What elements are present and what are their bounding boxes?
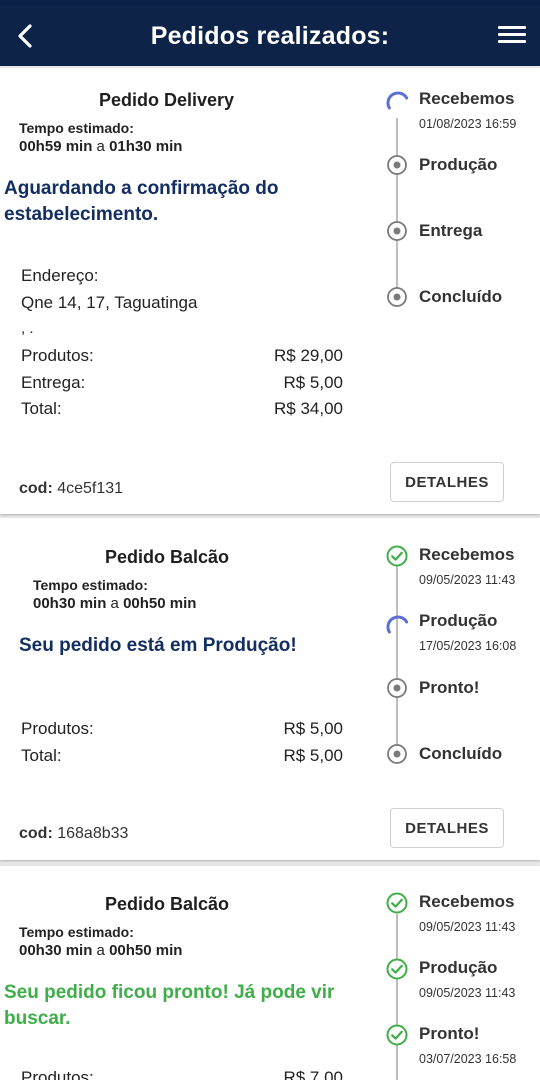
- check-circle-icon: [386, 958, 408, 980]
- total-value: R$ 5,00: [283, 746, 343, 765]
- timeline-step-delivery: Entrega: [419, 221, 483, 240]
- total-label: Total:: [21, 399, 62, 418]
- address-label: Endereço:: [21, 266, 99, 285]
- hamburger-icon: [498, 26, 526, 43]
- estimated-time-label: Tempo estimado:: [33, 577, 148, 593]
- pending-dot-icon: [387, 678, 407, 698]
- products-label: Produtos:: [21, 719, 94, 738]
- order-title: Pedido Balcão: [105, 547, 230, 567]
- order-card: Pedido Delivery Tempo estimado: 00h59 mi…: [0, 68, 540, 514]
- timeline-step-date: 01/08/2023 16:59: [419, 117, 517, 131]
- app-bar: Pedidos realizados:: [0, 6, 540, 66]
- products-value: R$ 29,00: [274, 346, 343, 365]
- back-button[interactable]: [12, 16, 42, 56]
- timeline-step-date: 09/05/2023 11:43: [419, 920, 516, 934]
- timeline-step-date: 09/05/2023 11:43: [419, 986, 516, 1000]
- chevron-left-icon: [18, 24, 32, 48]
- check-circle-icon: [386, 545, 408, 567]
- timeline-step-production: Produção: [419, 958, 498, 977]
- timeline-step-received: Recebemos: [419, 89, 515, 108]
- timeline-step-completed: Concluído: [419, 744, 503, 763]
- estimated-time-label: Tempo estimado:: [19, 120, 134, 136]
- timeline-step-production: Produção: [419, 155, 498, 174]
- delivery-fee-value: R$ 5,00: [283, 373, 343, 392]
- order-status-message: Seu pedido está em Produção!: [19, 635, 297, 656]
- timeline-step-received: Recebemos: [419, 545, 515, 564]
- menu-button[interactable]: [498, 22, 526, 50]
- estimated-time-label: Tempo estimado:: [19, 924, 134, 940]
- estimated-time-value: 00h30 min a 00h50 min: [33, 595, 197, 612]
- timeline-line: [396, 566, 398, 756]
- details-button[interactable]: DETALHES: [390, 462, 504, 502]
- order-code: cod: 4ce5f131: [19, 480, 124, 497]
- timeline-step-date: 09/05/2023 11:43: [419, 573, 516, 587]
- order-status-message: Aguardando a confirmação do estabelecime…: [4, 178, 279, 225]
- address-extra: , .: [21, 320, 34, 337]
- pending-dot-icon: [387, 744, 407, 764]
- products-label: Produtos:: [21, 346, 94, 365]
- timeline-step-completed: Concluído: [419, 287, 503, 306]
- total-value: R$ 34,00: [274, 399, 343, 418]
- timeline-step-ready: Pronto!: [419, 1024, 480, 1043]
- estimated-time-value: 00h30 min a 00h50 min: [19, 942, 183, 959]
- products-label: Produtos:: [21, 1068, 94, 1080]
- check-circle-icon: [386, 1024, 408, 1046]
- timeline-step-received: Recebemos: [419, 892, 515, 911]
- pending-dot-icon: [387, 155, 407, 175]
- progress-spinner-icon: [386, 91, 409, 110]
- timeline-step-production: Produção: [419, 611, 498, 630]
- timeline-line: [396, 914, 398, 1080]
- order-title: Pedido Delivery: [99, 90, 235, 110]
- products-value: R$ 5,00: [283, 719, 343, 738]
- timeline-step-date: 03/07/2023 16:58: [419, 1052, 517, 1066]
- pending-dot-icon: [387, 221, 407, 241]
- order-title: Pedido Balcão: [105, 894, 230, 914]
- order-code: cod: 168a8b33: [19, 825, 129, 842]
- timeline-step-date: 17/05/2023 16:08: [419, 639, 517, 653]
- total-label: Total:: [21, 746, 62, 765]
- order-card: Pedido Balcão Tempo estimado: 00h30 min …: [0, 866, 540, 1080]
- order-status-message: Seu pedido ficou pronto! Já pode vir bus…: [4, 982, 335, 1029]
- timeline-step-ready: Pronto!: [419, 678, 480, 697]
- delivery-fee-label: Entrega:: [21, 373, 86, 392]
- order-card: Pedido Balcão Tempo estimado: 00h30 min …: [0, 518, 540, 860]
- products-value: R$ 7,00: [283, 1068, 343, 1080]
- details-button[interactable]: DETALHES: [390, 808, 504, 848]
- pending-dot-icon: [387, 287, 407, 307]
- progress-spinner-icon: [386, 615, 409, 634]
- timeline-line: [396, 118, 398, 298]
- address-value: Qne 14, 17, Taguatinga: [21, 293, 198, 312]
- estimated-time-value: 00h59 min a 01h30 min: [19, 138, 183, 155]
- check-circle-icon: [386, 892, 408, 914]
- page-title: Pedidos realizados:: [150, 21, 390, 50]
